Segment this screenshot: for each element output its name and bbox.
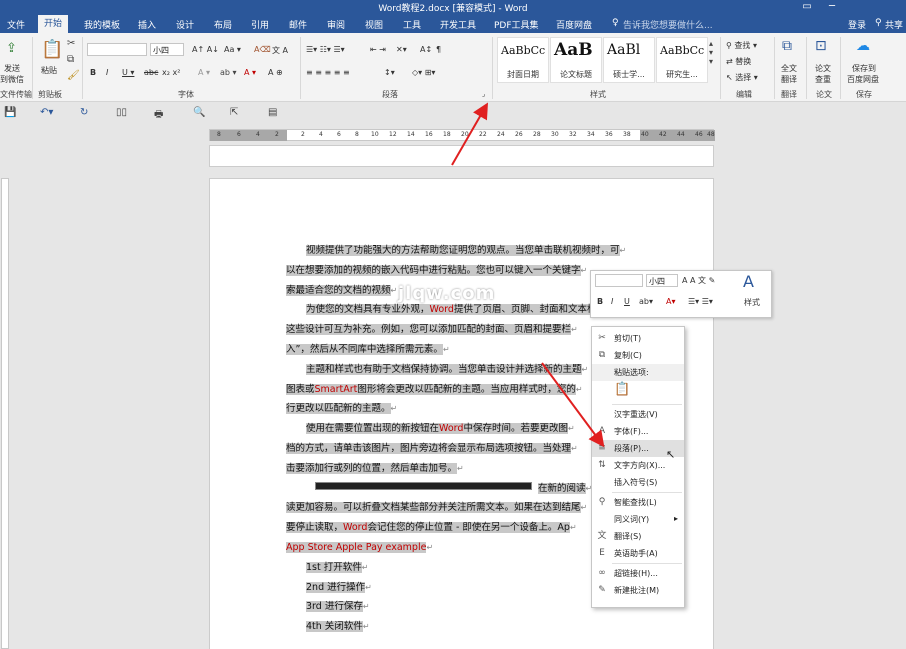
annotation-arrows [451, 102, 605, 448]
mouse-cursor-icon: ↖ [666, 448, 676, 461]
arrow-to-paragraph-item [541, 362, 605, 448]
arrow-to-dialog-launcher [451, 102, 488, 166]
